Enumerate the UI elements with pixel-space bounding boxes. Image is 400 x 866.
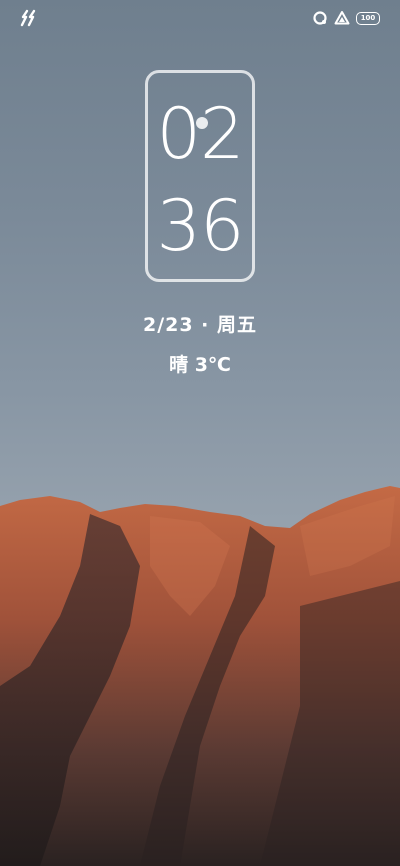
- triangle-status-icon: [334, 11, 350, 25]
- battery-indicator: 100: [356, 11, 380, 25]
- status-bar: 100: [0, 0, 400, 36]
- clock-hours: 02: [156, 93, 244, 175]
- clock-indicator-dot: [196, 117, 208, 129]
- clock-minutes: 36: [156, 185, 244, 267]
- battery-level: 100: [360, 13, 376, 22]
- mountain-wallpaper: [0, 486, 400, 866]
- date-text: 2/23 · 周五: [142, 314, 258, 336]
- signal-slash-icon: [20, 9, 36, 27]
- clock-widget[interactable]: 02 36: [145, 70, 255, 282]
- weather-text[interactable]: 晴 3℃: [0, 350, 400, 377]
- circle-status-icon: [313, 11, 327, 25]
